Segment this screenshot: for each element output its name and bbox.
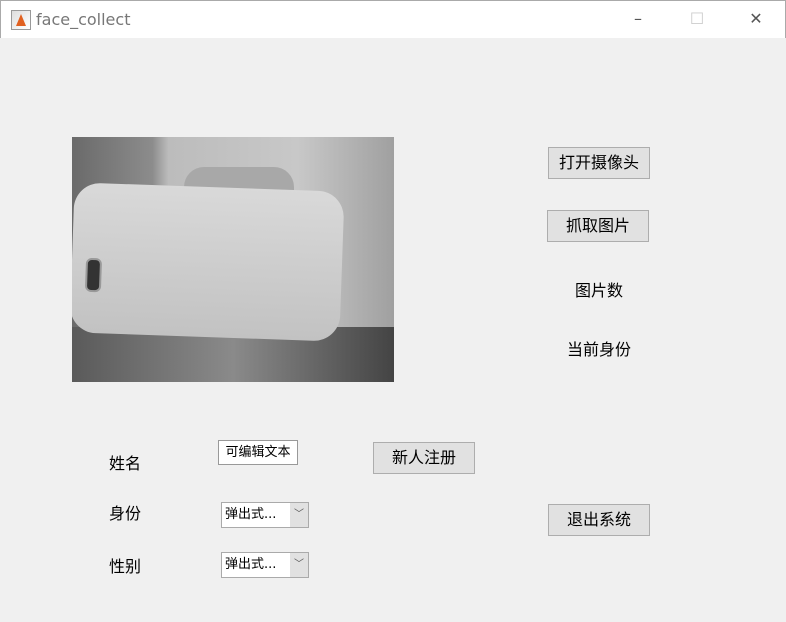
image-count-label: 图片数 [575,281,624,300]
chevron-down-icon[interactable]: ﹀ [290,553,308,577]
capture-button[interactable]: 抓取图片 [547,210,649,242]
title-bar: face_collect – ☐ ✕ [0,0,786,38]
gender-label: 性别 [109,557,142,576]
identity-select-value: 弹出式... [225,507,277,522]
maximize-button[interactable]: ☐ [682,7,712,31]
close-button[interactable]: ✕ [741,7,771,31]
current-identity-label: 当前身份 [567,340,632,359]
matlab-icon [11,10,31,30]
identity-label: 身份 [109,504,142,523]
camera-scene [72,182,345,342]
chevron-down-icon[interactable]: ﹀ [290,503,308,527]
camera-scene [84,257,103,293]
gender-select-value: 弹出式... [225,557,277,572]
name-label: 姓名 [109,454,142,473]
gender-select[interactable]: 弹出式... ﹀ [221,552,309,578]
register-button[interactable]: 新人注册 [373,442,475,474]
minimize-button[interactable]: – [623,7,653,31]
identity-select[interactable]: 弹出式... ﹀ [221,502,309,528]
window-title: face_collect [36,10,131,29]
open-camera-button[interactable]: 打开摄像头 [548,147,650,179]
exit-button[interactable]: 退出系统 [548,504,650,536]
camera-preview [72,137,394,382]
name-input[interactable]: 可编辑文本 [218,440,298,465]
